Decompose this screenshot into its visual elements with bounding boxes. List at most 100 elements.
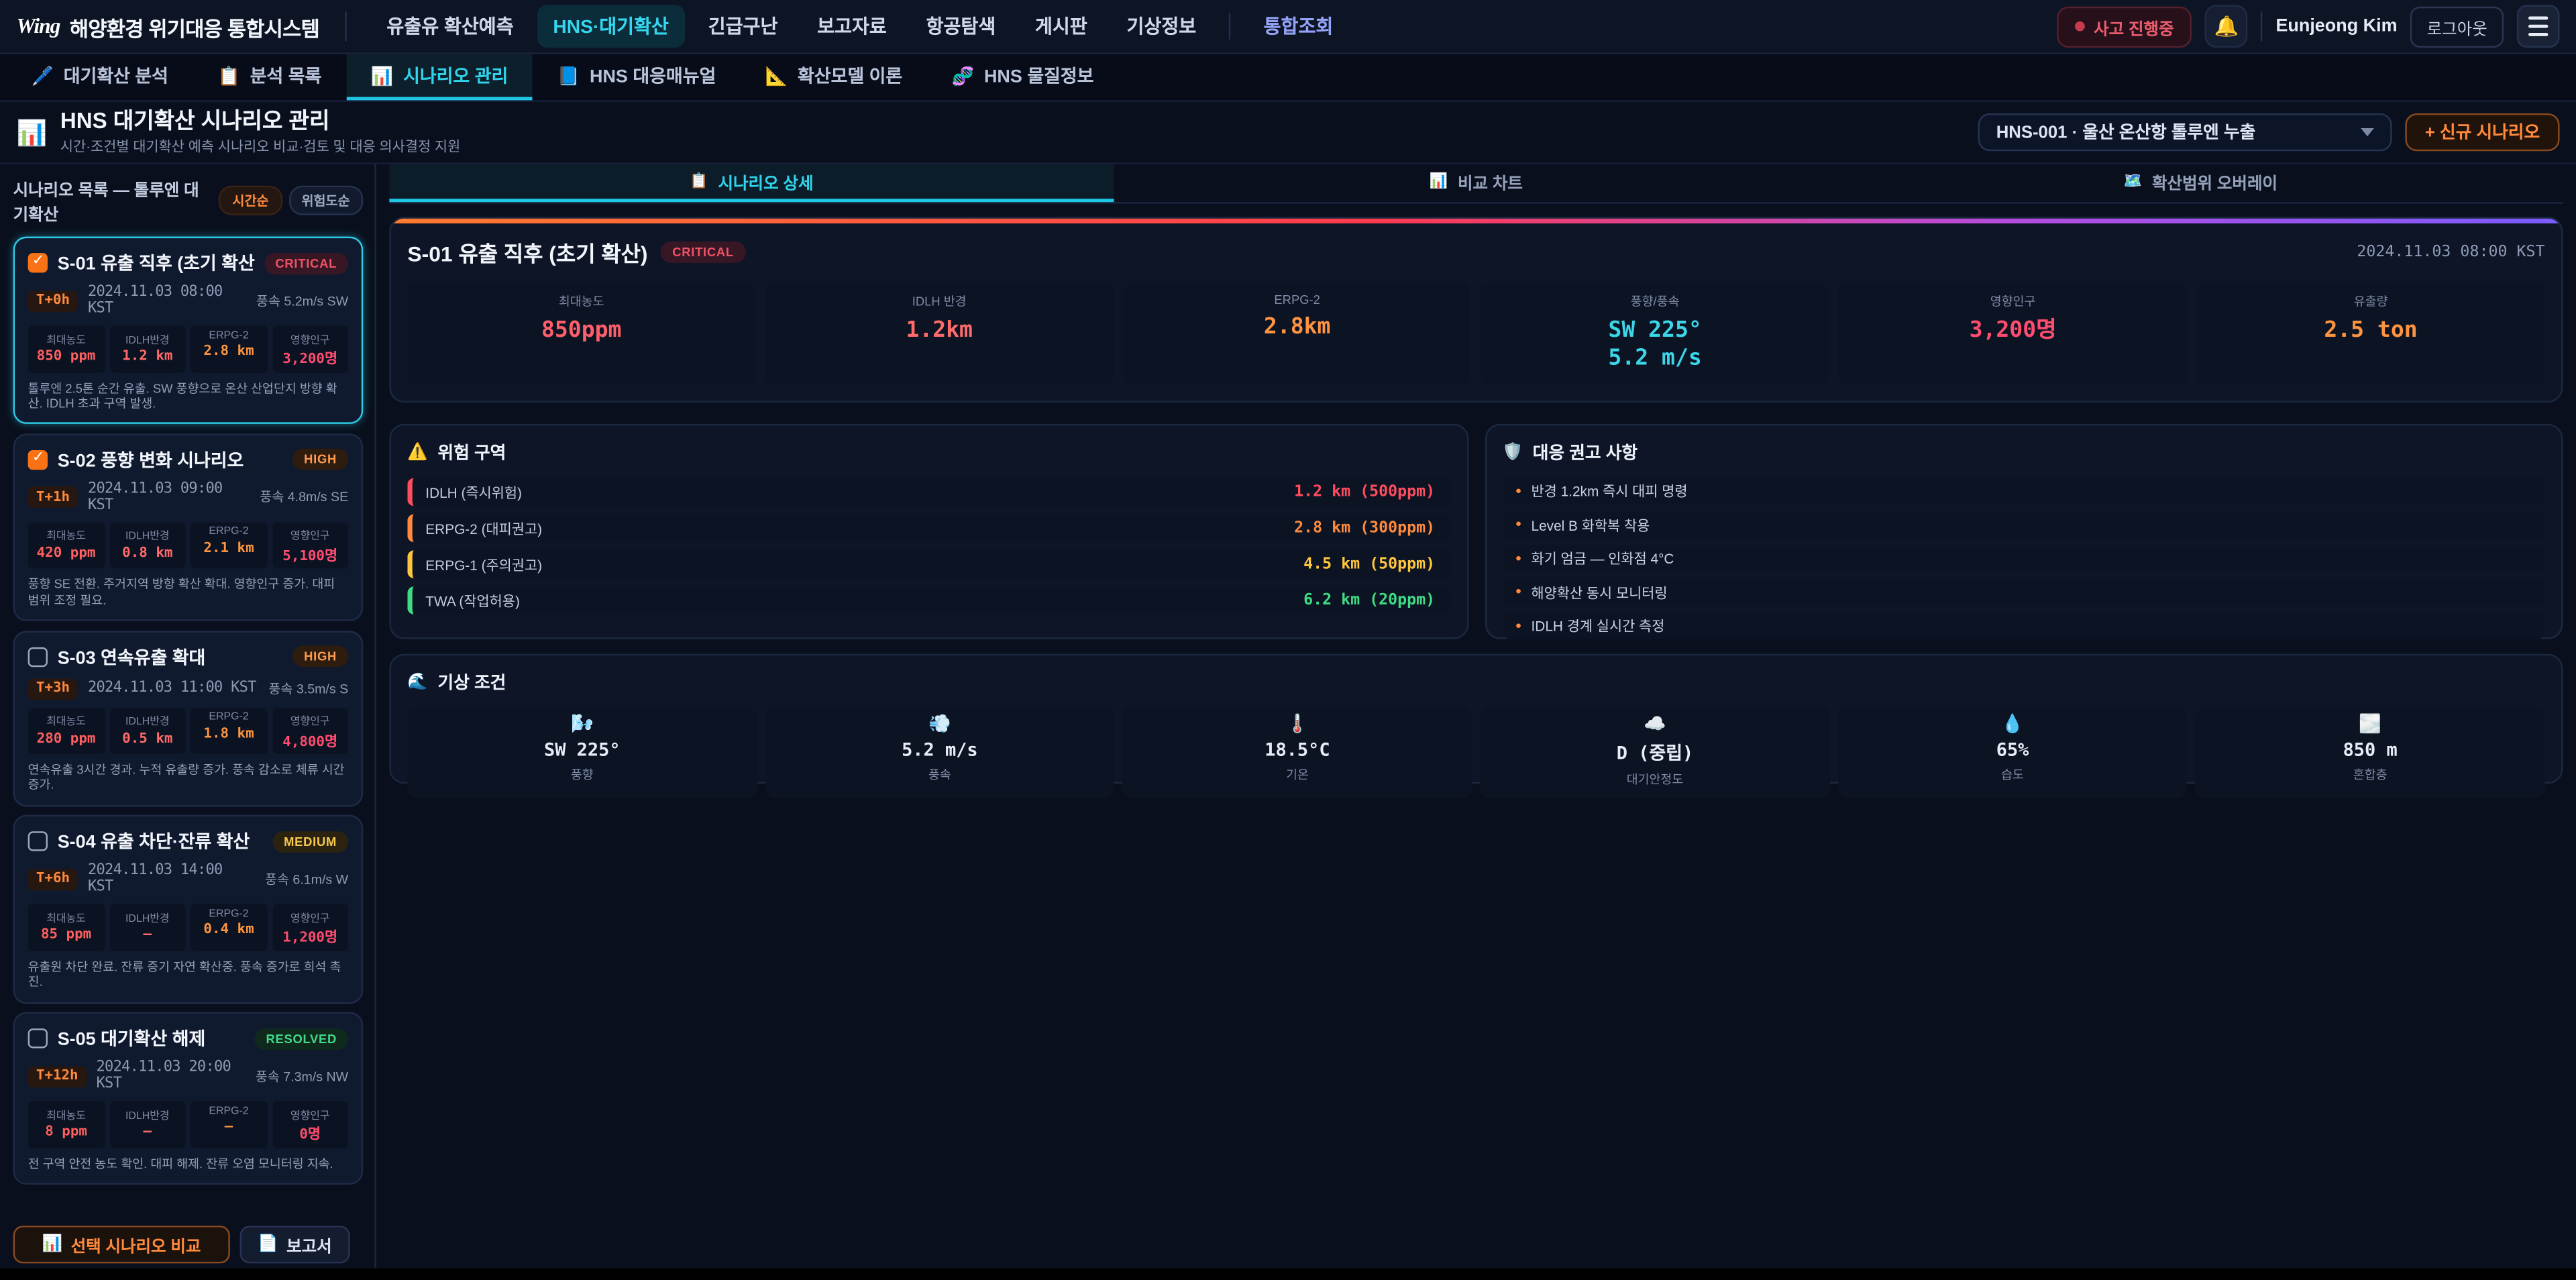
scenario-stats: 최대농도420 ppmIDLH반경0.8 kmERPG-22.1 km영향인구5… bbox=[28, 522, 349, 569]
scenario-stat: 영향인구3,200명 bbox=[272, 325, 348, 372]
stat-label: ERPG-2 bbox=[193, 908, 266, 920]
risk-zone-list: IDLH (즉시위험)1.2 km (500ppm)ERPG-2 (대피권고)2… bbox=[407, 478, 1450, 615]
stat-value: 4,800명 bbox=[274, 731, 347, 750]
stat-value: 1.2 km bbox=[111, 348, 184, 364]
scenario-card[interactable]: S-04 유출 차단·잔류 확산MEDIUMT+6h2024.11.03 14:… bbox=[13, 815, 364, 1003]
subnav-tab-label: HNS 대응매뉴얼 bbox=[590, 62, 716, 89]
bell-icon: 🔔 bbox=[2214, 15, 2239, 38]
scenario-stat: 최대농도280 ppm bbox=[28, 707, 105, 754]
stat-label: 영향인구 bbox=[274, 908, 347, 924]
new-scenario-button[interactable]: + 신규 시나리오 bbox=[2405, 113, 2559, 151]
weather-card: 🌬️SW 225°풍향 bbox=[407, 706, 757, 798]
detail-stat: IDLH 반경1.2km bbox=[765, 282, 1114, 384]
weather-label: 기온 bbox=[1126, 765, 1468, 784]
subnav-tab[interactable]: 📋분석 목록 bbox=[193, 54, 346, 101]
subnav-tab[interactable]: 🖊️대기확산 분석 bbox=[7, 54, 193, 101]
sort-by-time-button[interactable]: 시간순 bbox=[219, 186, 282, 215]
scenario-checkbox[interactable] bbox=[28, 449, 48, 469]
compare-scenarios-button[interactable]: 📊 선택 시나리오 비교 bbox=[13, 1226, 230, 1263]
incident-select-value: HNS-001 · 울산 온산항 톨루엔 누출 bbox=[1996, 120, 2256, 145]
subnav-tab[interactable]: 📐확산모델 이론 bbox=[741, 54, 927, 101]
weather-icon: 🌡️ bbox=[1126, 714, 1468, 735]
top-bar: Wing 해양환경 위기대응 통합시스템 유출유 확산예측HNS·대기확산긴급구… bbox=[0, 0, 2576, 54]
detail-stat-value: SW 225°5.2 m/s bbox=[1485, 317, 1826, 373]
subnav-tab-label: HNS 물질정보 bbox=[984, 62, 1094, 89]
scenario-stat: 최대농도8 ppm bbox=[28, 1101, 105, 1148]
report-button[interactable]: 📄 보고서 bbox=[239, 1226, 350, 1263]
scenario-card[interactable]: S-05 대기확산 해제RESOLVEDT+12h2024.11.03 20:0… bbox=[13, 1012, 364, 1185]
scenario-checkbox[interactable] bbox=[28, 253, 48, 272]
risk-zone-value: 1.2 km (500ppm) bbox=[1294, 483, 1435, 501]
nav-item[interactable]: 항공탐색 bbox=[910, 5, 1012, 48]
risk-zone-value: 2.8 km (300ppm) bbox=[1294, 519, 1435, 537]
detail-tab[interactable]: 📊비교 차트 bbox=[1114, 164, 1838, 202]
scenario-card[interactable]: S-01 유출 직후 (초기 확산)CRITICALT+0h2024.11.03… bbox=[13, 237, 364, 425]
detail-tab[interactable]: 📋시나리오 상세 bbox=[389, 164, 1114, 202]
weather-card: 💨5.2 m/s풍속 bbox=[765, 706, 1114, 798]
detail-severity-badge: CRITICAL bbox=[661, 242, 745, 263]
scenario-stat: IDLH반경1.2 km bbox=[109, 325, 186, 372]
nav-item[interactable]: 유출유 확산예측 bbox=[370, 5, 530, 48]
nav-item[interactable]: 게시판 bbox=[1019, 5, 1104, 48]
notifications-button[interactable]: 🔔 bbox=[2205, 5, 2248, 48]
footer-strip bbox=[0, 1269, 2576, 1280]
scenario-checkbox[interactable] bbox=[28, 832, 48, 851]
detail-stat: 영향인구3,200명 bbox=[1839, 282, 2187, 384]
nav-item[interactable]: 통합조회 bbox=[1247, 5, 1350, 48]
stat-label: 최대농도 bbox=[30, 1105, 103, 1121]
stat-value: 2.1 km bbox=[193, 540, 266, 556]
recommendation-text: 반경 1.2km 즉시 대피 명령 bbox=[1532, 482, 1688, 501]
detail-tab[interactable]: 🗺️확산범위 오버레이 bbox=[1838, 164, 2563, 202]
subnav-tab[interactable]: 📊시나리오 관리 bbox=[346, 54, 533, 101]
time-offset-badge: T+6h bbox=[28, 869, 78, 890]
stat-label: ERPG-2 bbox=[193, 711, 266, 723]
risk-zones-title: 위험 구역 bbox=[438, 440, 506, 465]
scenario-wind: 풍속 4.8m/s SE bbox=[260, 488, 348, 506]
scenario-datetime: 2024.11.03 09:00 KST bbox=[88, 481, 250, 514]
scenario-card[interactable]: S-03 연속유출 확대HIGHT+3h2024.11.03 11:00 KST… bbox=[13, 630, 364, 806]
detail-tab-icon: 📊 bbox=[1430, 172, 1448, 191]
nav-item[interactable]: HNS·대기확산 bbox=[537, 5, 685, 48]
scenario-datetime: 2024.11.03 11:00 KST bbox=[88, 680, 256, 696]
recommendation-row: IDLH 경계 실시간 측정 bbox=[1503, 612, 2545, 639]
logout-button[interactable]: 로그아웃 bbox=[2410, 6, 2504, 47]
detail-stat: 풍향/풍속SW 225°5.2 m/s bbox=[1481, 282, 1829, 384]
severity-badge: RESOLVED bbox=[254, 1028, 348, 1049]
time-offset-badge: T+3h bbox=[28, 678, 78, 699]
subnav-tab-icon: 📘 bbox=[557, 65, 580, 87]
weather-value: 5.2 m/s bbox=[768, 739, 1111, 761]
risk-zones-panel: ⚠️ 위험 구역 IDLH (즉시위험)1.2 km (500ppm)ERPG-… bbox=[389, 423, 1468, 639]
scenario-stat: 영향인구4,800명 bbox=[272, 707, 348, 754]
nav-item[interactable]: 기상정보 bbox=[1110, 5, 1213, 48]
content-area: 시나리오 목록 — 톨루엔 대기확산 시간순 위험도순 S-01 유출 직후 (… bbox=[0, 164, 2576, 1270]
scenario-stat: 영향인구0명 bbox=[272, 1101, 348, 1148]
scenario-datetime: 2024.11.03 08:00 KST bbox=[88, 284, 246, 317]
incident-select[interactable]: HNS-001 · 울산 온산항 톨루엔 누출 bbox=[1978, 113, 2392, 151]
stat-value: 85 ppm bbox=[30, 927, 103, 943]
scenario-card[interactable]: S-02 풍향 변화 시나리오HIGHT+1h2024.11.03 09:00 … bbox=[13, 433, 364, 621]
detail-stat: 최대농도850ppm bbox=[407, 282, 755, 384]
weather-label: 혼합층 bbox=[2199, 765, 2542, 784]
stat-value: 1.8 km bbox=[193, 725, 266, 741]
risk-zone-row: TWA (작업허용)6.2 km (20ppm) bbox=[407, 586, 1450, 615]
chevron-down-icon bbox=[2361, 128, 2374, 136]
scenario-description: 풍향 SE 전환. 주거지역 방향 확산 확대. 영향인구 증가. 대피 범위 … bbox=[28, 577, 349, 608]
stat-label: 최대농도 bbox=[30, 329, 103, 345]
scenario-checkbox[interactable] bbox=[28, 647, 48, 666]
sort-by-risk-button[interactable]: 위험도순 bbox=[288, 186, 363, 215]
scenario-checkbox[interactable] bbox=[28, 1028, 48, 1048]
subnav-tab[interactable]: 📘 HNS 대응매뉴얼 bbox=[533, 54, 741, 101]
scenario-stat: IDLH반경0.5 km bbox=[109, 707, 186, 754]
app-viewport: Wing 해양환경 위기대응 통합시스템 유출유 확산예측HNS·대기확산긴급구… bbox=[0, 0, 2576, 1280]
scenario-datetime: 2024.11.03 14:00 KST bbox=[88, 863, 255, 896]
nav-item[interactable]: 보고자료 bbox=[801, 5, 904, 48]
nav-item[interactable]: 긴급구난 bbox=[692, 5, 794, 48]
brand-separator bbox=[345, 11, 347, 41]
weather-card: 🌡️18.5°C기온 bbox=[1123, 706, 1472, 798]
subnav-tab-label: 대기확산 분석 bbox=[64, 62, 168, 89]
menu-button[interactable] bbox=[2517, 5, 2560, 48]
page-title: HNS 대기확산 시나리오 관리 bbox=[60, 109, 460, 134]
scenario-stat: ERPG-2 1.8 km bbox=[191, 707, 267, 754]
brand-logo[interactable]: Wing 해양환경 위기대응 통합시스템 bbox=[16, 11, 319, 42]
subnav-tab[interactable]: 🧬HNS 물질정보 bbox=[927, 54, 1118, 101]
